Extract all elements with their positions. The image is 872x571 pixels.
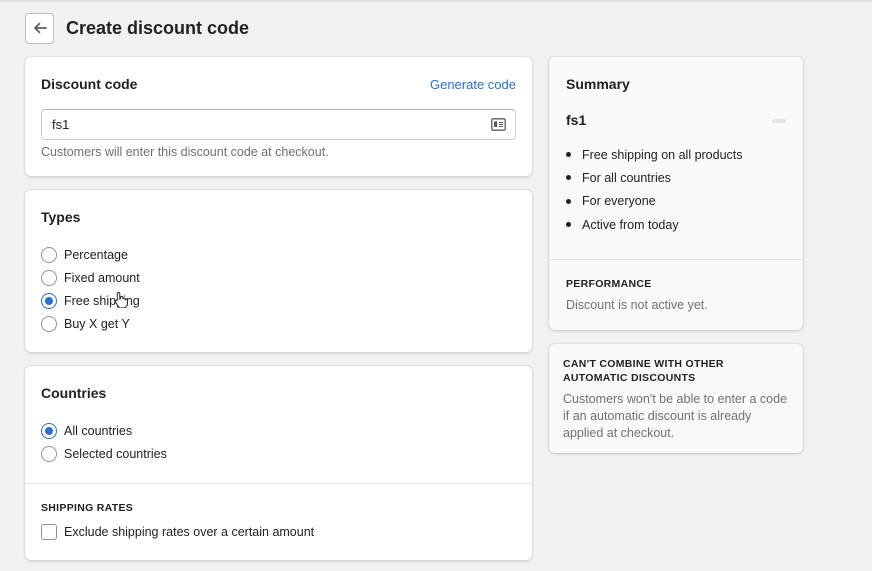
- summary-code: fs1: [566, 112, 587, 128]
- discount-code-input[interactable]: [52, 117, 472, 132]
- id-card-icon[interactable]: [491, 118, 506, 131]
- type-option-label: Free shipping: [64, 294, 140, 308]
- generate-code-link[interactable]: Generate code: [430, 77, 516, 92]
- back-button[interactable]: [25, 12, 54, 44]
- countries-card: Countries All countries Selected countri…: [25, 366, 532, 560]
- countries-title: Countries: [41, 385, 107, 401]
- discount-code-input-wrapper[interactable]: [41, 109, 516, 140]
- type-option-label: Fixed amount: [64, 271, 140, 285]
- checkbox[interactable]: [41, 524, 57, 540]
- summary-item: Free shipping on all products: [566, 143, 743, 166]
- combine-text: Customers won't be able to enter a code …: [563, 392, 788, 440]
- top-border: [0, 0, 872, 2]
- type-option-buy-x-get-y[interactable]: Buy X get Y: [41, 315, 130, 333]
- performance-text: Discount is not active yet.: [566, 298, 708, 312]
- summary-list: Free shipping on all products For all co…: [566, 143, 743, 236]
- section-divider: [25, 483, 532, 484]
- status-badge: [772, 119, 786, 123]
- radio-button[interactable]: [41, 270, 57, 286]
- summary-item: For all countries: [566, 166, 743, 189]
- summary-item: For everyone: [566, 190, 743, 213]
- radio-button-checked[interactable]: [41, 293, 57, 309]
- types-title: Types: [41, 209, 81, 225]
- combine-info-card: CAN'T COMBINE WITH OTHER AUTOMATIC DISCO…: [549, 344, 803, 453]
- performance-label: PERFORMANCE: [566, 278, 652, 290]
- arrow-left-icon: [33, 22, 47, 34]
- country-option-selected[interactable]: Selected countries: [41, 445, 167, 463]
- summary-title: Summary: [566, 76, 630, 92]
- types-card: Types Percentage Fixed amount Free shipp…: [25, 190, 532, 352]
- summary-item: Active from today: [566, 213, 743, 236]
- discount-code-help: Customers will enter this discount code …: [41, 145, 329, 159]
- combine-heading: CAN'T COMBINE WITH OTHER AUTOMATIC DISCO…: [563, 358, 724, 384]
- radio-button[interactable]: [41, 247, 57, 263]
- radio-button[interactable]: [41, 316, 57, 332]
- radio-button-checked[interactable]: [41, 423, 57, 439]
- type-option-fixed-amount[interactable]: Fixed amount: [41, 269, 140, 287]
- radio-button[interactable]: [41, 446, 57, 462]
- discount-code-title: Discount code: [41, 76, 138, 92]
- country-option-all[interactable]: All countries: [41, 422, 132, 440]
- page-title: Create discount code: [66, 17, 250, 38]
- hand-cursor-icon: [114, 291, 128, 308]
- discount-code-card: Discount code Generate code Customers wi…: [25, 57, 532, 176]
- page-header: Create discount code: [25, 12, 249, 44]
- country-option-label: All countries: [64, 424, 133, 438]
- shipping-rates-label: SHIPPING RATES: [41, 502, 134, 514]
- type-option-percentage[interactable]: Percentage: [41, 246, 128, 264]
- exclude-shipping-rates-label: Exclude shipping rates over a certain am…: [64, 525, 315, 539]
- type-option-label: Percentage: [64, 248, 128, 262]
- type-option-label: Buy X get Y: [64, 317, 130, 331]
- country-option-label: Selected countries: [64, 447, 167, 461]
- summary-card: Summary fs1 Free shipping on all product…: [549, 57, 803, 330]
- summary-divider: [549, 259, 803, 260]
- exclude-shipping-rates-checkbox-row[interactable]: Exclude shipping rates over a certain am…: [41, 523, 314, 541]
